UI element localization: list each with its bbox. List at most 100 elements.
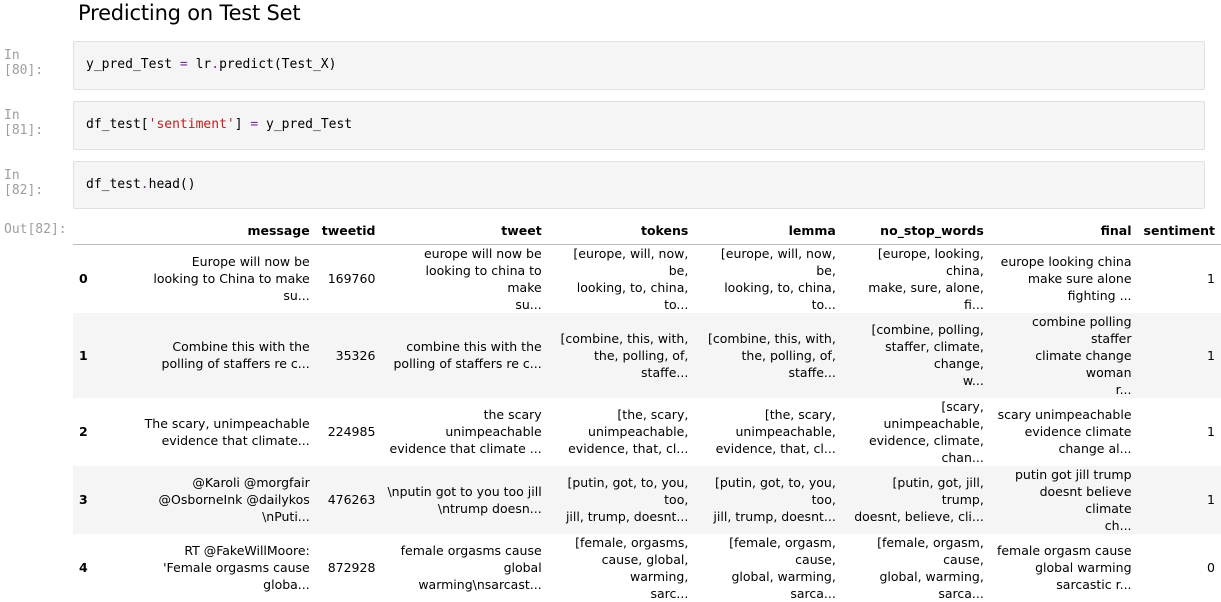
cell-line: globa... bbox=[263, 577, 310, 592]
cell-sentiment: 1 bbox=[1207, 424, 1215, 439]
cell-line: jill, trump, doesnt... bbox=[713, 509, 836, 524]
cell-line: [the, scary, bbox=[764, 407, 836, 422]
cell-tweetid: 224985 bbox=[327, 424, 376, 439]
input-prompt-80: In [80]: bbox=[4, 48, 44, 78]
cell-line: [putin, got, jill, trump, bbox=[892, 475, 984, 507]
column-header-lemma: lemma bbox=[694, 218, 842, 245]
section-heading: Predicting on Test Set bbox=[78, 1, 301, 25]
row-index: 3 bbox=[79, 492, 88, 507]
cell-lemma: [combine, this, with, the, polling, of, s… bbox=[694, 313, 841, 398]
cell-line: combine this with the bbox=[406, 339, 542, 354]
cell-tokens: [the, scary, unimpeachable, evidence, that… bbox=[548, 398, 695, 466]
output-prompt-82: Out[82]: bbox=[4, 222, 67, 237]
column-header-tweetid: tweetid bbox=[315, 218, 382, 245]
cell-final: female orgasm cause global warming sarcast… bbox=[990, 534, 1138, 602]
cell-sentiment: 0 bbox=[1207, 560, 1215, 575]
cell-tokens: [europe, will, now, be, looking, to, chin… bbox=[548, 244, 695, 313]
cell-line: evidence, climate, bbox=[868, 432, 984, 448]
table-row: 3 @Karoli @morgfair @OsborneInk @dailykos \… bbox=[73, 465, 1221, 534]
cell-tweet: combine this with the polling of staffers… bbox=[381, 313, 547, 398]
cell-tokens: [combine, this, with, the, polling, of, s… bbox=[548, 313, 695, 398]
cell-line: su... bbox=[515, 296, 542, 312]
cell-no-stop-words: [scary, unimpeachable, evidence, climate,… bbox=[842, 398, 990, 466]
cell-line: The scary, unimpeachable bbox=[144, 415, 310, 431]
cell-line: europe will now be bbox=[423, 245, 542, 261]
cell-message: @Karoli @morgfair @OsborneInk @dailykos \n… bbox=[102, 466, 316, 534]
cell-line: RT @FakeWillMoore: bbox=[184, 543, 310, 558]
cell-tweet: europe will now be looking to china to ma… bbox=[381, 244, 547, 313]
cell-line: evidence that climate... bbox=[161, 432, 310, 448]
cell-line: fighting ... bbox=[1067, 288, 1132, 303]
cell-line: make sure alone bbox=[1027, 271, 1132, 286]
cell-line: \nPuti... bbox=[262, 509, 310, 524]
cell-tweet: \nputin got to you too jill \ntrump doesn… bbox=[381, 466, 547, 534]
code-cell-80[interactable]: y_pred_Test = lr.predict(Test_X) bbox=[73, 41, 1205, 90]
cell-line: unimpeachable, bbox=[588, 424, 689, 439]
cell-line: [combine, polling, bbox=[871, 322, 984, 337]
cell-line: global warming bbox=[1035, 560, 1132, 575]
column-header-index bbox=[73, 218, 102, 245]
cell-line: combine polling staffer bbox=[1031, 313, 1132, 346]
cell-tokens: [female, orgasms, cause, global, warming,… bbox=[548, 534, 695, 602]
cell-line: sarcastic r... bbox=[1056, 577, 1132, 592]
cell-line: r... bbox=[1115, 381, 1132, 397]
cell-line: the scary unimpeachable bbox=[445, 407, 542, 439]
cell-line: evidence climate bbox=[1024, 424, 1132, 439]
cell-line: @OsborneInk @dailykos bbox=[158, 492, 310, 507]
cell-line: [putin, got, to, you, too, bbox=[714, 475, 836, 507]
table-row: 4 RT @FakeWillMoore: 'Female orgasms cause… bbox=[73, 533, 1221, 602]
code-cell-81[interactable]: df_test['sentiment'] = y_pred_Test bbox=[73, 101, 1205, 150]
cell-message: RT @FakeWillMoore: 'Female orgasms cause g… bbox=[102, 534, 316, 602]
column-header-sentiment: sentiment bbox=[1137, 218, 1221, 245]
code-line: y_pred_Test = lr.predict(Test_X) bbox=[86, 57, 337, 72]
cell-line: climate change woman bbox=[1035, 347, 1132, 380]
cell-line: the, polling, of, staffe... bbox=[594, 347, 689, 380]
cell-line: global warming\nsarcast... bbox=[418, 560, 542, 592]
row-index: 0 bbox=[79, 271, 88, 286]
cell-tweetid: 169760 bbox=[327, 271, 376, 286]
cell-no-stop-words: [europe, looking, china, make, sure, alon… bbox=[842, 244, 990, 313]
cell-no-stop-words: [combine, polling, staffer, climate, chan… bbox=[842, 313, 990, 398]
cell-line: [the, scary, bbox=[617, 407, 689, 422]
cell-lemma: [europe, will, now, be, looking, to, chin… bbox=[694, 244, 841, 313]
code-cell-82[interactable]: df_test.head() bbox=[73, 161, 1205, 209]
code-line: df_test.head() bbox=[86, 177, 196, 192]
cell-line: sarc... bbox=[650, 585, 689, 601]
table-row: 1 Combine this with the polling of staffer… bbox=[73, 312, 1221, 398]
cell-line: @Karoli @morgfair bbox=[192, 475, 310, 490]
cell-no-stop-words: [putin, got, jill, trump, doesnt, believe… bbox=[842, 466, 990, 534]
cell-final: europe looking china make sure alone fight… bbox=[990, 244, 1138, 313]
cell-line: cause, global, warming, bbox=[601, 551, 689, 584]
cell-line: evidence that climate ... bbox=[389, 441, 542, 456]
cell-line: make, sure, alone, fi... bbox=[868, 279, 984, 312]
cell-tweet: female orgasms cause global warming\nsarc… bbox=[381, 534, 547, 602]
cell-line: [europe, will, now, be, bbox=[573, 245, 689, 278]
cell-line: [female, orgasm, cause, bbox=[729, 534, 836, 567]
cell-final: putin got jill trump doesnt believe clima… bbox=[990, 466, 1138, 534]
cell-final: combine polling staffer climate change wo… bbox=[990, 313, 1138, 398]
cell-line: su... bbox=[283, 288, 310, 303]
cell-line: doesnt, believe, cli... bbox=[854, 509, 984, 524]
cell-line: looking to china to make bbox=[425, 262, 542, 295]
cell-line: [scary, unimpeachable, bbox=[883, 398, 984, 431]
table-header-row: message tweetid tweet tokens lemma no_st… bbox=[73, 218, 1221, 245]
cell-line: \ntrump doesn... bbox=[437, 500, 542, 516]
cell-final: scary unimpeachable evidence climate chang… bbox=[990, 398, 1138, 466]
cell-line: polling of staffers re c... bbox=[393, 356, 542, 371]
cell-line: unimpeachable, bbox=[735, 424, 836, 439]
cell-tweet: the scary unimpeachable evidence that cli… bbox=[381, 398, 547, 466]
cell-line: [female, orgasm, cause, bbox=[877, 534, 984, 567]
table-row: 0 Europe will now be looking to China to m… bbox=[73, 244, 1221, 313]
input-prompt-81: In [81]: bbox=[4, 108, 44, 138]
input-prompt-82: In [82]: bbox=[4, 168, 44, 198]
column-header-final: final bbox=[989, 218, 1138, 245]
cell-line: scary unimpeachable bbox=[997, 407, 1132, 422]
cell-line: \nputin got to you too jill bbox=[387, 483, 542, 499]
cell-line: Combine this with the bbox=[172, 339, 310, 354]
cell-tweetid: 476263 bbox=[327, 492, 376, 507]
cell-line: [combine, this, with, bbox=[708, 330, 836, 346]
dataframe-output: message tweetid tweet tokens lemma no_st… bbox=[73, 218, 1221, 602]
column-header-no-stop-words: no_stop_words bbox=[841, 218, 990, 245]
cell-line: ch... bbox=[1104, 517, 1132, 533]
cell-line: Europe will now be bbox=[191, 254, 310, 269]
